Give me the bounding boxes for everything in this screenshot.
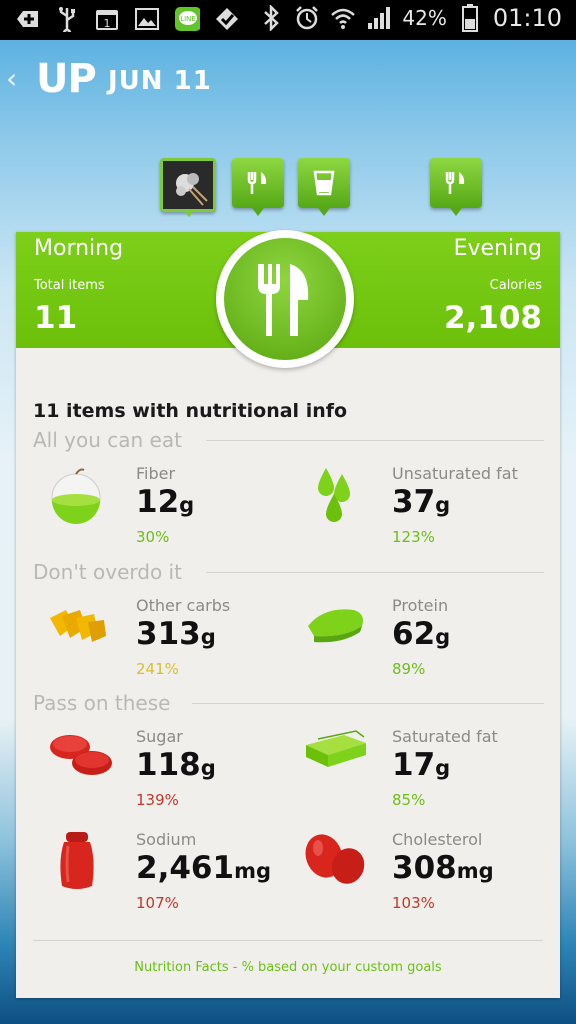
wifi-icon — [330, 5, 356, 31]
nutrient-unsaturated-fat: Unsaturated fat 37g 123% — [304, 464, 544, 560]
nutrition-card: Morning Evening Total items Calories 11 … — [16, 230, 560, 998]
fork-knife-icon — [258, 264, 309, 336]
apple-icon — [51, 468, 101, 524]
usb-icon — [54, 6, 80, 32]
group-label: Don't overdo it — [33, 560, 182, 584]
nutrient-value: 12g — [136, 484, 195, 520]
divider — [192, 703, 544, 704]
nutrient-value: 17g — [392, 747, 451, 783]
app-header: ‹ UP JUN 11 — [0, 52, 576, 108]
group-label: Pass on these — [33, 691, 171, 715]
nutrient-name: Cholesterol — [392, 830, 483, 849]
timeline-meal-marker-2[interactable] — [430, 158, 482, 216]
salt-shaker-icon — [60, 832, 94, 889]
timeline-drink-marker[interactable] — [298, 158, 350, 216]
fork-knife-icon — [445, 172, 465, 194]
bluetooth-icon — [258, 5, 284, 31]
candy-icon — [50, 735, 112, 775]
timeline-photo-marker[interactable] — [160, 158, 216, 217]
steak-icon — [308, 609, 363, 643]
calendar-icon: 1 — [94, 6, 120, 32]
evening-label: Evening — [453, 236, 542, 261]
egg-icon — [305, 834, 365, 884]
nutrient-name: Sodium — [136, 830, 197, 849]
nutrient-percent: 30% — [136, 528, 170, 546]
nutrient-value: 62g — [392, 616, 451, 652]
nutrient-percent: 107% — [136, 894, 179, 912]
chips-icon — [50, 610, 106, 642]
nutrient-percent: 89% — [392, 660, 426, 678]
calories-value: 2,108 — [443, 300, 542, 336]
nutrient-sugar: Sugar 118g 139% — [48, 727, 288, 823]
line-app-icon: LINE — [174, 6, 200, 32]
svg-text:LINE: LINE — [180, 15, 196, 23]
image-icon — [134, 6, 160, 32]
status-bar: 1 LINE 42% 01:10 — [0, 0, 576, 40]
divider — [33, 940, 543, 941]
nutrient-name: Other carbs — [136, 596, 231, 615]
nutrient-percent: 123% — [392, 528, 435, 546]
morning-label: Morning — [34, 236, 124, 261]
alarm-icon — [294, 5, 320, 31]
nutrient-name: Fiber — [136, 464, 176, 483]
nutrient-saturated-fat: Saturated fat 17g 85% — [304, 727, 544, 823]
drops-icon — [318, 468, 350, 522]
total-items-label: Total items — [34, 278, 105, 293]
timeline-meal-marker[interactable] — [232, 158, 284, 216]
nutrient-name: Sugar — [136, 727, 183, 746]
nutrient-value: 37g — [392, 484, 451, 520]
nutrient-value: 2,461mg — [136, 850, 271, 886]
nutrient-value: 118g — [136, 747, 216, 783]
nutrient-value: 308mg — [392, 850, 494, 886]
calories-label: Calories — [489, 278, 542, 293]
butter-icon — [306, 730, 366, 767]
app-logo: UP — [36, 56, 97, 102]
food-photo-icon — [163, 161, 213, 209]
battery-icon — [457, 4, 483, 32]
section-title: 11 items with nutritional info — [33, 400, 348, 422]
nutrient-cholesterol: Cholesterol 308mg 103% — [304, 830, 544, 926]
nutrition-footer-note: Nutrition Facts - % based on your custom… — [134, 960, 442, 975]
clock: 01:10 — [492, 4, 562, 32]
nutrient-protein: Protein 62g 89% — [304, 596, 544, 692]
nutrient-name: Protein — [392, 596, 449, 615]
header-date: JUN 11 — [108, 66, 212, 96]
nutrient-percent: 139% — [136, 791, 179, 809]
meal-badge — [216, 230, 354, 368]
divider — [206, 572, 544, 573]
battery-percent: 42% — [402, 6, 447, 30]
glass-icon — [313, 170, 335, 196]
nutrient-name: Saturated fat — [392, 727, 498, 746]
group-label: All you can eat — [33, 428, 182, 452]
nutrient-name: Unsaturated fat — [392, 464, 518, 483]
divider — [206, 440, 544, 441]
fork-knife-icon — [247, 172, 267, 194]
back-chevron-icon[interactable]: ‹ — [6, 62, 17, 95]
nutrient-percent: 103% — [392, 894, 435, 912]
nutrient-other-carbs: Other carbs 313g 241% — [48, 596, 288, 692]
nutrient-value: 313g — [136, 616, 216, 652]
check-app-icon — [214, 6, 240, 32]
nutrient-sodium: Sodium 2,461mg 107% — [48, 830, 288, 926]
signal-icon — [366, 5, 392, 31]
add-icon — [14, 6, 40, 32]
total-items-value: 11 — [34, 300, 78, 336]
nutrient-percent: 241% — [136, 660, 179, 678]
svg-text:1: 1 — [104, 17, 111, 30]
nutrient-fiber: Fiber 12g 30% — [48, 464, 288, 560]
nutrient-percent: 85% — [392, 791, 426, 809]
